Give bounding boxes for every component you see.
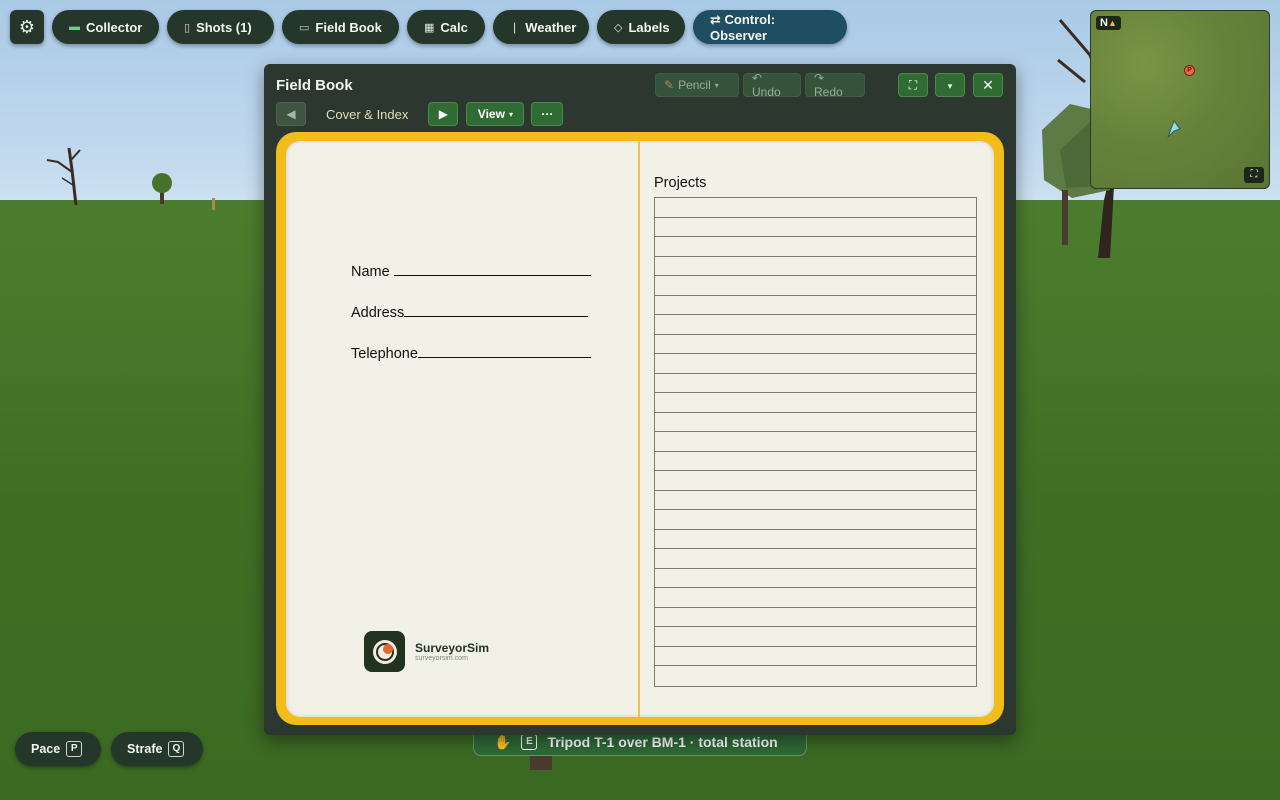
top-toolbar: ⚙ ▬ Collector ▯ Shots (1) ▭ Field Book ▦… (10, 10, 847, 44)
projects-row[interactable] (655, 530, 976, 549)
close-icon: ✕ (982, 77, 994, 93)
point-marker-icon[interactable]: P (1184, 65, 1195, 76)
collector-icon: ▬ (69, 21, 80, 33)
projects-row[interactable] (655, 296, 976, 315)
field-book-title: Field Book (276, 77, 353, 94)
projects-row[interactable] (655, 374, 976, 393)
current-page-label: Cover & Index (326, 106, 409, 122)
projects-row[interactable] (655, 335, 976, 354)
book-spine (638, 141, 640, 717)
hand-icon: ✋ (494, 733, 512, 750)
projects-row[interactable] (655, 588, 976, 608)
minimap-expand-button[interactable]: ⛶ (1244, 167, 1264, 183)
page-navigation: ◀ Cover & Index ▶ View ▾ ··· (276, 102, 564, 126)
logo-icon (364, 631, 405, 672)
book-icon: ▭ (299, 21, 310, 34)
projects-heading: Projects (654, 175, 707, 191)
small-tree-left (152, 173, 172, 204)
more-options-button[interactable]: ··· (531, 102, 564, 126)
book-cover-frame: Name Address Telephone SurveyorSim surve… (276, 132, 1004, 725)
projects-row[interactable] (655, 471, 976, 491)
minimap[interactable]: N▲ P ⛶ (1090, 10, 1270, 189)
field-book-window: Field Book ✎ Pencil ▾ ↶ Undo ↷ Redo ⛶ ▾ … (264, 64, 1016, 735)
field-book-button[interactable]: ▭ Field Book (282, 10, 399, 44)
name-field[interactable]: Name (351, 263, 591, 280)
projects-row[interactable] (655, 198, 976, 218)
prompt-text: Tripod T-1 over BM-1 · total station (547, 734, 778, 750)
address-field[interactable]: Address (351, 304, 589, 321)
book-spread[interactable]: Name Address Telephone SurveyorSim surve… (286, 141, 994, 717)
previous-page-button[interactable]: ◀ (276, 102, 306, 126)
projects-row[interactable] (655, 237, 976, 257)
projects-row[interactable] (655, 393, 976, 413)
labels-button[interactable]: ◇ Labels (597, 10, 685, 44)
fullscreen-icon: ⛶ (908, 78, 918, 92)
surveyorsim-logo: SurveyorSim surveyorsim.com (364, 631, 489, 672)
interact-key: E (521, 734, 538, 750)
calculator-icon: ▦ (424, 21, 435, 34)
player-marker-icon (1167, 119, 1181, 138)
projects-row[interactable] (655, 218, 976, 237)
projects-row[interactable] (655, 491, 976, 510)
shots-button[interactable]: ▯ Shots (1) (167, 10, 274, 44)
collector-button[interactable]: ▬ Collector (52, 10, 159, 44)
stake (212, 198, 215, 210)
projects-row[interactable] (655, 510, 976, 530)
chevron-left-icon: ◀ (286, 107, 296, 121)
address-line (404, 304, 589, 317)
name-line (393, 263, 591, 276)
chevron-down-icon: ▾ (714, 80, 719, 90)
projects-row[interactable] (655, 276, 976, 296)
telephone-field[interactable]: Telephone (351, 345, 591, 362)
undo-button[interactable]: ↶ Undo (743, 71, 801, 99)
projects-row[interactable] (655, 432, 976, 452)
thermometer-icon: ❘ (510, 21, 520, 34)
pencil-icon: ✎ (664, 78, 675, 92)
fullscreen-button[interactable]: ⛶ (898, 73, 928, 97)
collapse-button[interactable]: ▾ (935, 73, 965, 97)
north-arrow-icon: ▲ (1107, 18, 1117, 28)
calc-button[interactable]: ▦ Calc (407, 10, 485, 44)
pencil-tool-button[interactable]: ✎ Pencil ▾ (655, 73, 739, 97)
projects-row[interactable] (655, 452, 976, 471)
projects-row[interactable] (655, 569, 976, 588)
next-page-button[interactable]: ▶ (428, 102, 459, 126)
logo-url: surveyorsim.com (415, 655, 468, 662)
projects-row[interactable] (655, 627, 976, 647)
gear-icon: ⚙ (18, 16, 36, 37)
projects-index-table[interactable] (654, 197, 977, 687)
logo-name: SurveyorSim (415, 641, 490, 655)
pace-key: P (66, 741, 83, 757)
expand-icon: ⛶ (1250, 169, 1258, 180)
settings-button[interactable]: ⚙ (10, 10, 44, 44)
projects-row[interactable] (655, 647, 976, 666)
chevron-down-icon: ▾ (508, 109, 513, 119)
strafe-key: Q (168, 741, 185, 757)
control-observer-button[interactable]: ⇄ Control: Observer (693, 10, 847, 44)
projects-row[interactable] (655, 413, 976, 432)
chevron-right-icon: ▶ (438, 107, 448, 121)
chevron-down-icon: ▾ (947, 81, 953, 91)
projects-row[interactable] (655, 666, 976, 686)
telephone-line (417, 345, 591, 358)
close-button[interactable]: ✕ (973, 73, 1003, 97)
projects-row[interactable] (655, 354, 976, 374)
projects-row[interactable] (655, 315, 976, 335)
weather-button[interactable]: ❘ Weather (493, 10, 589, 44)
clipboard-icon: ▯ (184, 21, 191, 34)
projects-row[interactable] (655, 608, 976, 627)
pace-button[interactable]: Pace P (15, 732, 101, 766)
projects-row[interactable] (655, 549, 976, 569)
strafe-button[interactable]: Strafe Q (111, 732, 203, 766)
view-menu-button[interactable]: View ▾ (466, 102, 525, 126)
north-indicator: N▲ (1096, 16, 1121, 30)
tag-icon: ◇ (614, 21, 623, 34)
redo-button[interactable]: ↷ Redo (805, 71, 865, 99)
projects-row[interactable] (655, 257, 976, 276)
bare-tree-left (46, 147, 81, 206)
